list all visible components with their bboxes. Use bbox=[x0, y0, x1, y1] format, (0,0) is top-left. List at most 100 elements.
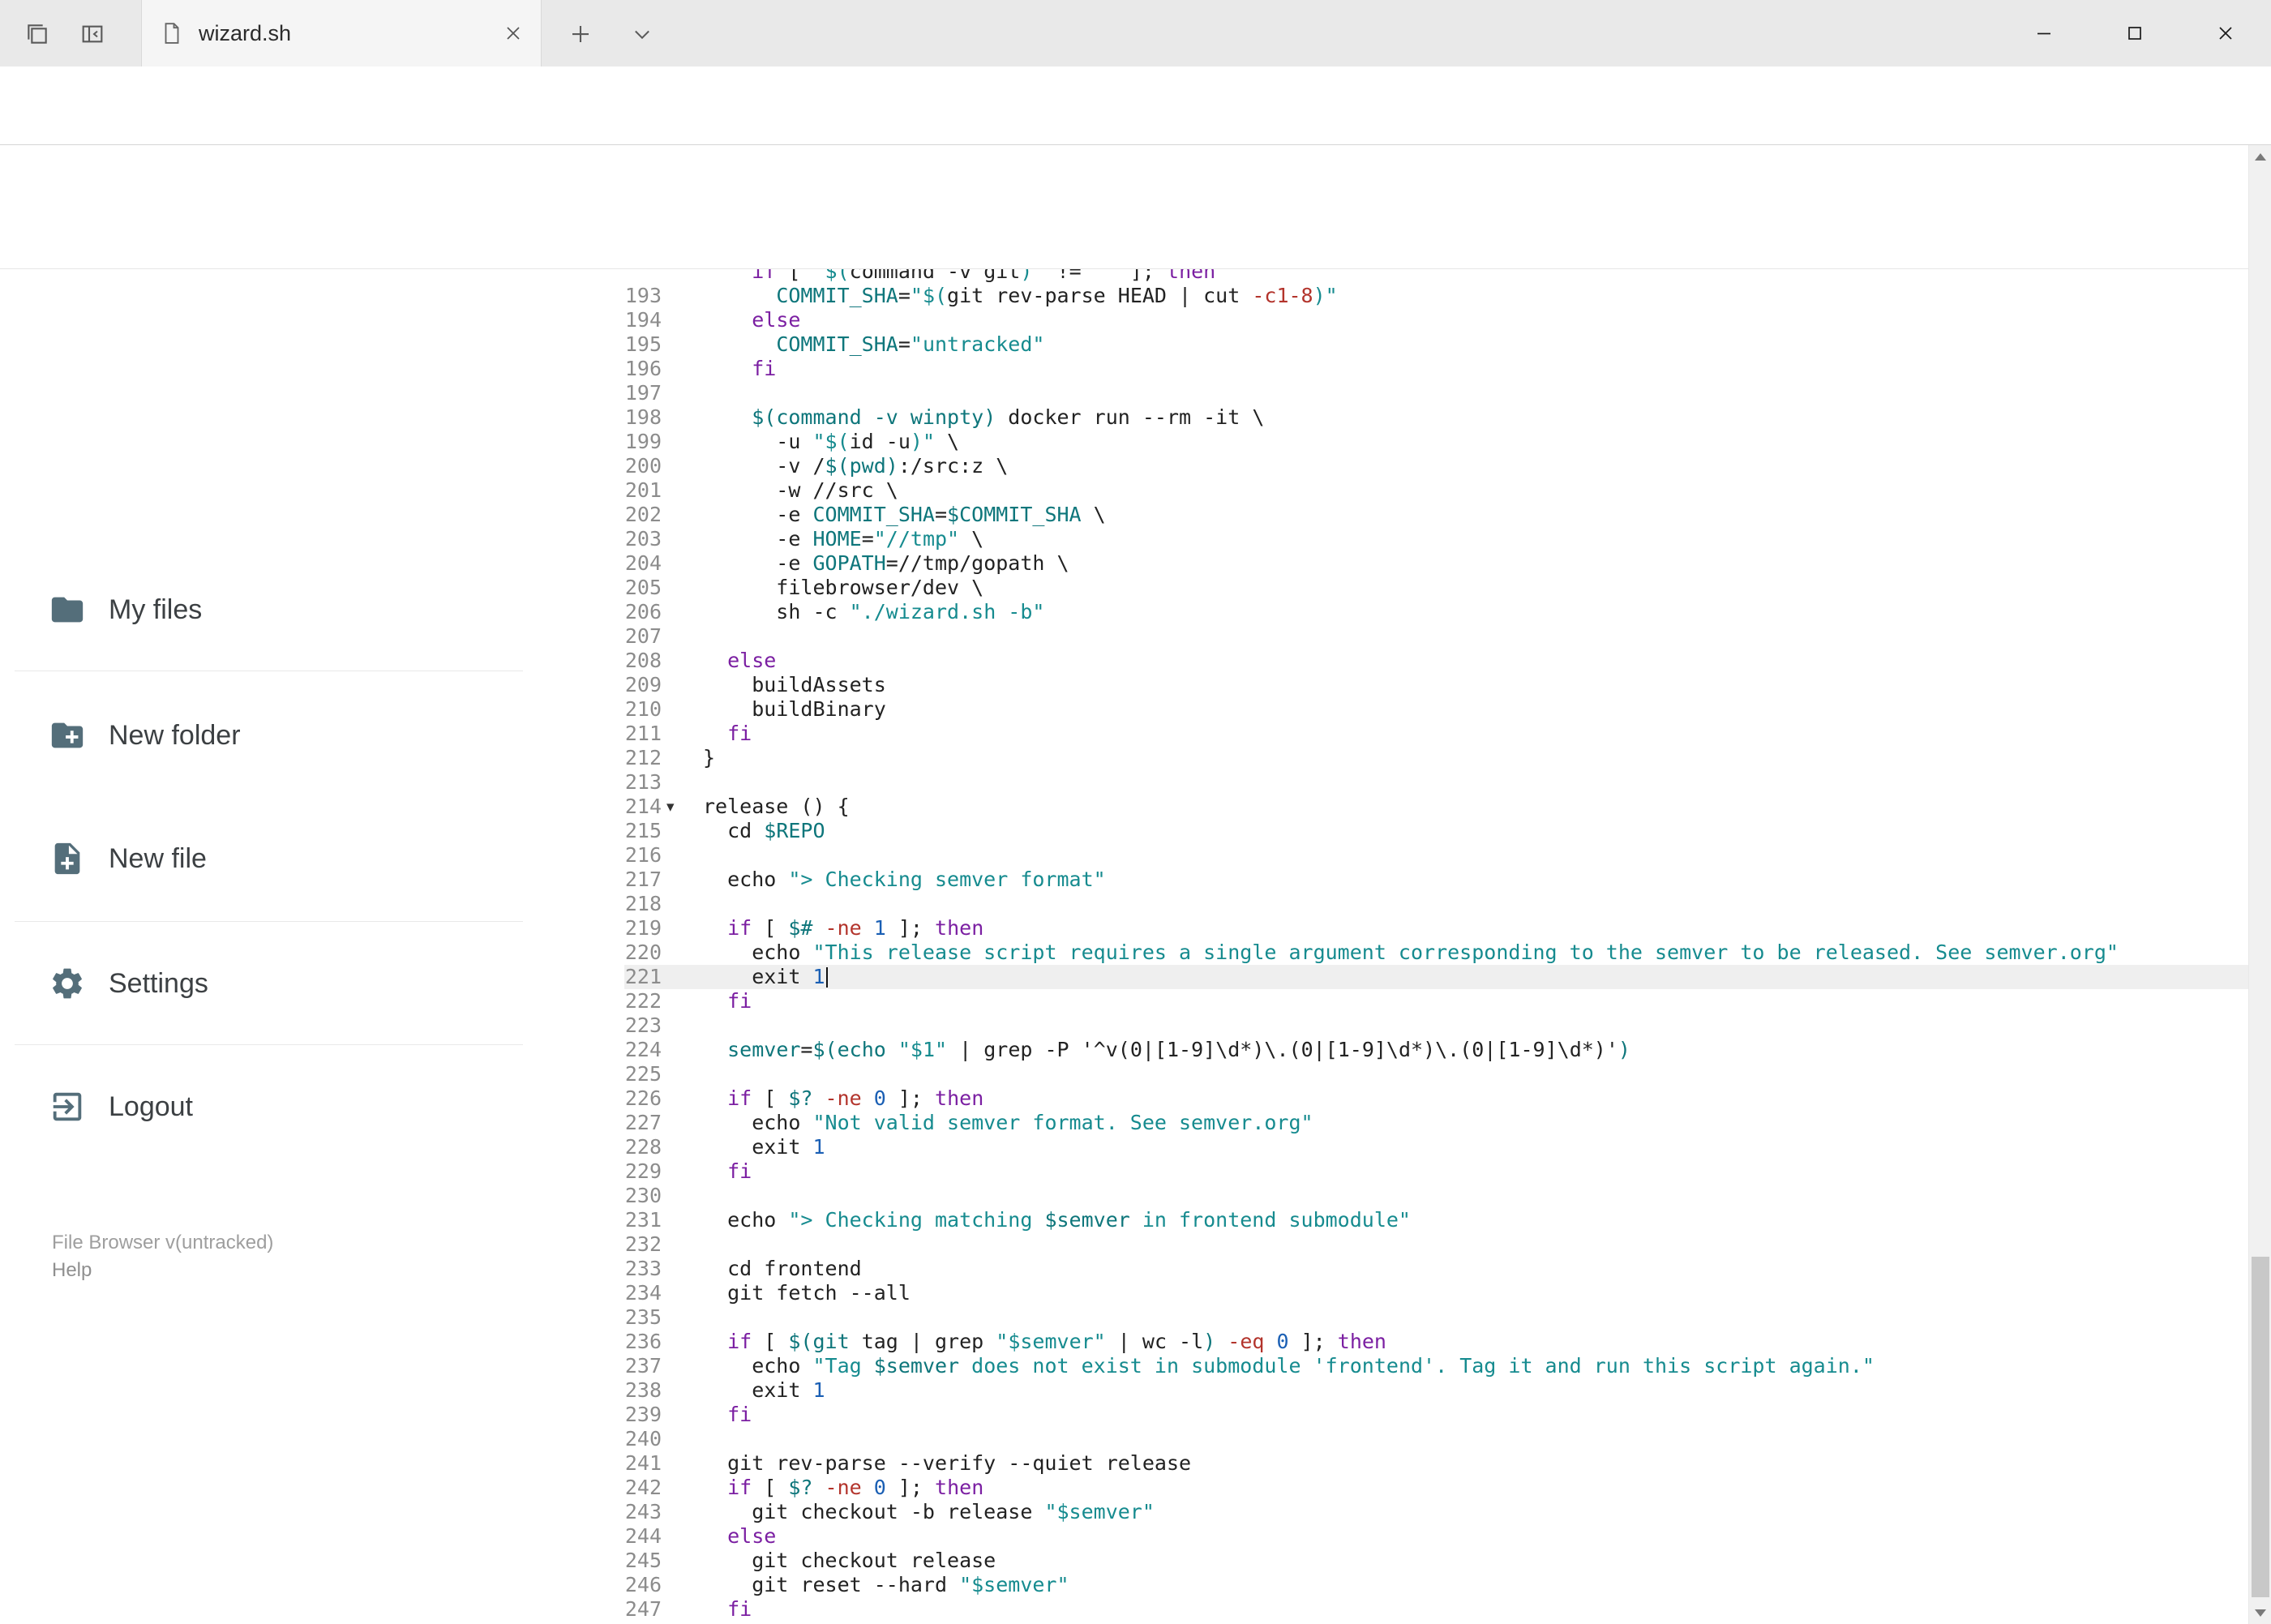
code-line-208[interactable]: 208 else bbox=[624, 649, 2248, 673]
tab-close-icon[interactable] bbox=[503, 24, 523, 43]
code-line-215[interactable]: 215 cd $REPO bbox=[624, 819, 2248, 843]
line-number: 199 bbox=[624, 430, 662, 453]
code-line-243[interactable]: 243 git checkout -b release "$semver" bbox=[624, 1500, 2248, 1524]
line-number: 217 bbox=[624, 868, 662, 891]
code-line-240[interactable]: 240 bbox=[624, 1427, 2248, 1451]
code-line-207[interactable]: 207 bbox=[624, 624, 2248, 649]
line-number: 211 bbox=[624, 722, 662, 745]
code-line-233[interactable]: 233 cd frontend bbox=[624, 1257, 2248, 1281]
plus-icon bbox=[572, 26, 589, 42]
page-scrollbar[interactable] bbox=[2248, 145, 2271, 1624]
code-line-225[interactable]: 225 bbox=[624, 1062, 2248, 1086]
code-line-230[interactable]: 230 bbox=[624, 1184, 2248, 1208]
code-text: git checkout release bbox=[703, 1549, 996, 1572]
code-line-244[interactable]: 244 else bbox=[624, 1524, 2248, 1549]
code-line-231[interactable]: 231 echo "> Checking matching $semver in… bbox=[624, 1208, 2248, 1232]
code-line-211[interactable]: 211 fi bbox=[624, 722, 2248, 746]
code-line-223[interactable]: 223 bbox=[624, 1013, 2248, 1038]
code-line-196[interactable]: 196 fi bbox=[624, 357, 2248, 381]
sidebar-item-logout[interactable]: Logout bbox=[0, 1070, 580, 1143]
code-line-216[interactable]: 216 bbox=[624, 843, 2248, 868]
browser-tab[interactable]: wizard.sh bbox=[141, 0, 542, 66]
code-editor[interactable]: if [ "$(command -v git)" != "" ]; then 19… bbox=[580, 269, 2248, 1624]
code-line-224[interactable]: 224 semver=$(echo "$1" | grep -P '^v(0|[… bbox=[624, 1038, 2248, 1062]
line-number: 200 bbox=[624, 454, 662, 478]
code-line-205[interactable]: 205 filebrowser/dev \ bbox=[624, 576, 2248, 600]
browser-nav-bar: filebrowser.web/files/wizard.sh bbox=[0, 66, 2271, 197]
code-text: git checkout -b release "$semver" bbox=[703, 1500, 1155, 1523]
code-line-241[interactable]: 241 git rev-parse --verify --quiet relea… bbox=[624, 1451, 2248, 1476]
scroll-down-button[interactable] bbox=[2249, 1601, 2271, 1624]
line-number: 213 bbox=[624, 770, 662, 794]
code-line-247[interactable]: 247 fi bbox=[624, 1597, 2248, 1622]
code-line-210[interactable]: 210 buildBinary bbox=[624, 697, 2248, 722]
line-number: 201 bbox=[624, 478, 662, 502]
code-line-195[interactable]: 195 COMMIT_SHA="untracked" bbox=[624, 332, 2248, 357]
code-line-235[interactable]: 235 bbox=[624, 1305, 2248, 1330]
code-line-246[interactable]: 246 git reset --hard "$semver" bbox=[624, 1573, 2248, 1597]
line-number: 242 bbox=[624, 1476, 662, 1499]
code-line-197[interactable]: 197 bbox=[624, 381, 2248, 405]
scroll-up-button[interactable] bbox=[2249, 145, 2271, 168]
code-line-232[interactable]: 232 bbox=[624, 1232, 2248, 1257]
fold-marker-icon[interactable]: ▾ bbox=[666, 796, 675, 817]
new-tab-button[interactable] bbox=[559, 13, 602, 55]
code-line-213[interactable]: 213 bbox=[624, 770, 2248, 795]
sidebar-item-settings[interactable]: Settings bbox=[0, 947, 580, 1020]
code-line-193[interactable]: 193 COMMIT_SHA="$(git rev-parse HEAD | c… bbox=[624, 284, 2248, 308]
maximize-button[interactable] bbox=[2089, 0, 2180, 66]
code-line-242[interactable]: 242 if [ $? -ne 0 ]; then bbox=[624, 1476, 2248, 1500]
code-line-194[interactable]: 194 else bbox=[624, 308, 2248, 332]
code-line-226[interactable]: 226 if [ $? -ne 0 ]; then bbox=[624, 1086, 2248, 1111]
code-line-245[interactable]: 245 git checkout release bbox=[624, 1549, 2248, 1573]
line-number: 193 bbox=[624, 284, 662, 307]
code-line-199[interactable]: 199 -u "$(id -u)" \ bbox=[624, 430, 2248, 454]
code-line-219[interactable]: 219 if [ $# -ne 1 ]; then bbox=[624, 916, 2248, 941]
code-line-203[interactable]: 203 -e HOME="//tmp" \ bbox=[624, 527, 2248, 551]
code-line-220[interactable]: 220 echo "This release script requires a… bbox=[624, 941, 2248, 965]
maximize-icon bbox=[2128, 27, 2141, 40]
help-link[interactable]: Help bbox=[52, 1257, 273, 1284]
tabs-aside-list-button[interactable] bbox=[16, 13, 58, 55]
code-line-236[interactable]: 236 if [ $(git tag | grep "$semver" | wc… bbox=[624, 1330, 2248, 1354]
code-line-200[interactable]: 200 -v /$(pwd):/src:z \ bbox=[624, 454, 2248, 478]
set-tabs-aside-button[interactable] bbox=[71, 13, 114, 55]
code-line-204[interactable]: 204 -e GOPATH=//tmp/gopath \ bbox=[624, 551, 2248, 576]
code-line-217[interactable]: 217 echo "> Checking semver format" bbox=[624, 868, 2248, 892]
code-line-237[interactable]: 237 echo "Tag $semver does not exist in … bbox=[624, 1354, 2248, 1378]
code-line-221[interactable]: 221 exit 1 bbox=[624, 965, 2248, 989]
code-line-198[interactable]: 198 $(command -v winpty) docker run --rm… bbox=[624, 405, 2248, 430]
line-number: 204 bbox=[624, 551, 662, 575]
code-line-234[interactable]: 234 git fetch --all bbox=[624, 1281, 2248, 1305]
code-line-201[interactable]: 201 -w //src \ bbox=[624, 478, 2248, 503]
code-line-212[interactable]: 212} bbox=[624, 746, 2248, 770]
tab-preview-toggle-button[interactable] bbox=[621, 13, 663, 55]
code-line-228[interactable]: 228 exit 1 bbox=[624, 1135, 2248, 1159]
code-line-202[interactable]: 202 -e COMMIT_SHA=$COMMIT_SHA \ bbox=[624, 503, 2248, 527]
code-text: cd frontend bbox=[703, 1257, 862, 1280]
scrollbar-thumb[interactable] bbox=[2252, 1257, 2269, 1597]
code-line-239[interactable]: 239 fi bbox=[624, 1403, 2248, 1427]
line-number: 238 bbox=[624, 1378, 662, 1402]
sidebar-item-new-folder[interactable]: New folder bbox=[0, 699, 580, 772]
code-text: echo "This release script requires a sin… bbox=[703, 941, 2119, 964]
sidebar-divider bbox=[15, 1044, 523, 1045]
code-line-206[interactable]: 206 sh -c "./wizard.sh -b" bbox=[624, 600, 2248, 624]
code-line-229[interactable]: 229 fi bbox=[624, 1159, 2248, 1184]
sidebar-item-new-file[interactable]: New file bbox=[0, 822, 580, 895]
code-line-227[interactable]: 227 echo "Not valid semver format. See s… bbox=[624, 1111, 2248, 1135]
code-line-partial[interactable]: if [ "$(command -v git)" != "" ]; then bbox=[624, 269, 2248, 284]
minimize-button[interactable] bbox=[1999, 0, 2089, 66]
code-line-222[interactable]: 222 fi bbox=[624, 989, 2248, 1013]
code-line-218[interactable]: 218 bbox=[624, 892, 2248, 916]
code-text: fi bbox=[727, 1403, 752, 1426]
close-button[interactable] bbox=[2180, 0, 2271, 66]
code-line-209[interactable]: 209 buildAssets bbox=[624, 673, 2248, 697]
code-line-238[interactable]: 238 exit 1 bbox=[624, 1378, 2248, 1403]
code-line-214[interactable]: 214 ▾ release () { bbox=[624, 795, 2248, 819]
sidebar-item-my-files[interactable]: My files bbox=[0, 573, 580, 646]
